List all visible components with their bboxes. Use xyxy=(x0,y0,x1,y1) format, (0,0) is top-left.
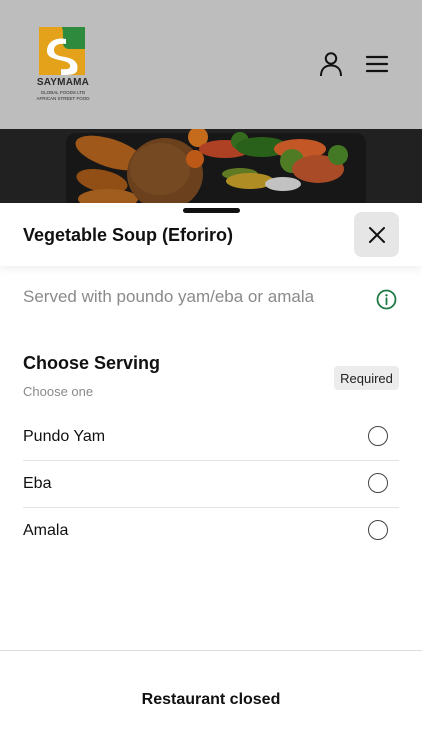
user-icon[interactable] xyxy=(318,51,344,77)
item-description: Served with poundo yam/eba or amala xyxy=(23,287,315,306)
radio-button[interactable] xyxy=(368,473,388,493)
sheet-footer: Restaurant closed xyxy=(0,650,422,750)
restaurant-status: Restaurant closed xyxy=(141,691,281,708)
saymama-logo[interactable]: SAYMAMA GLOBAL FOODS LTD AFRICAN STREET … xyxy=(33,27,93,105)
brand-tagline: GLOBAL FOODS LTD AFRICAN STREET FOOD xyxy=(33,90,93,101)
brand-name: SAYMAMA xyxy=(36,77,90,88)
hamburger-menu-icon[interactable] xyxy=(364,51,390,77)
section-title: Choose Serving xyxy=(23,353,161,373)
close-button[interactable] xyxy=(354,212,399,257)
section-subtitle: Choose one xyxy=(23,384,94,399)
radio-button[interactable] xyxy=(368,520,388,540)
option-pundo-yam[interactable]: Pundo Yam xyxy=(23,414,399,461)
info-icon[interactable] xyxy=(376,289,397,310)
option-label: Eba xyxy=(23,475,52,492)
sheet-drag-handle[interactable] xyxy=(183,208,240,213)
close-icon xyxy=(368,226,385,243)
screen: SAYMAMA GLOBAL FOODS LTD AFRICAN STREET … xyxy=(0,0,422,750)
brand-tagline-2: AFRICAN STREET FOOD xyxy=(36,95,90,101)
sheet-header: Vegetable Soup (Eforiro) xyxy=(0,203,422,266)
item-title: Vegetable Soup (Eforiro) xyxy=(23,225,234,245)
item-bottom-sheet: Vegetable Soup (Eforiro) Served with pou… xyxy=(0,203,422,750)
brand-tagline-1: GLOBAL FOODS LTD xyxy=(40,90,86,95)
required-badge: Required xyxy=(334,366,399,390)
option-eba[interactable]: Eba xyxy=(23,461,399,508)
radio-button[interactable] xyxy=(368,426,388,446)
option-label: Pundo Yam xyxy=(23,428,106,445)
serving-options-list: Pundo Yam Eba Amala xyxy=(23,414,399,554)
option-amala[interactable]: Amala xyxy=(23,508,399,554)
saymama-logo-mark xyxy=(39,27,85,75)
option-label: Amala xyxy=(23,522,69,539)
app-header: SAYMAMA GLOBAL FOODS LTD AFRICAN STREET … xyxy=(0,0,422,129)
